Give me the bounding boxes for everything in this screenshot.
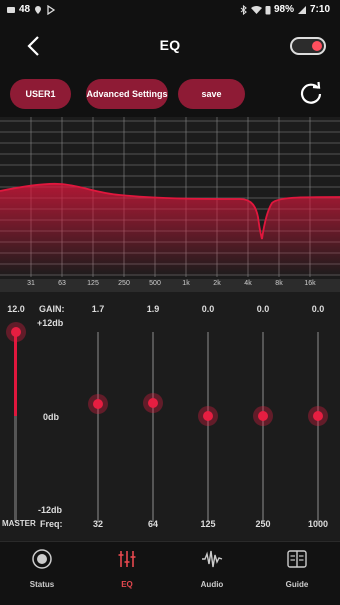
master-level-fill [14,332,17,416]
reset-icon[interactable] [298,80,324,106]
freq-axis-label: 2k [213,280,221,287]
band-slider-handle[interactable] [308,406,328,426]
preset-bar: USER1 Advanced Settings save [0,72,340,117]
band-track[interactable] [262,332,264,522]
signal-icon [297,5,306,14]
battery-percent: 98% [273,4,294,15]
freq-axis-label: 250 [118,280,130,287]
audio-icon [202,550,223,568]
freq-axis-label: 8k [275,280,283,287]
band-slider-handle[interactable] [143,392,163,413]
band-value: 0.0 [201,304,215,314]
eq-icon [118,551,136,567]
page-title: EQ [159,37,181,53]
status-bar: 48 98% 7:10 [0,0,340,20]
nav-status[interactable]: Status [12,548,72,592]
band-frequency-label: 125 [200,519,216,529]
freq-axis-label: 16k [304,280,316,287]
band-track[interactable] [97,332,99,522]
frequency-axis: 31 63 125 250 500 1k 2k 4k 8k 16k [0,279,340,292]
nav-status-label: Status [29,580,55,589]
nav-guide-label: Guide [285,580,309,589]
freq-axis-label: 31 [27,280,35,287]
play-icon [47,4,56,15]
band-track[interactable] [207,332,209,522]
notification-count: 48 [19,4,31,15]
band-frequency-label: 64 [147,519,159,529]
battery-icon [265,5,271,14]
notification-icon [7,6,15,13]
app-header: EQ [0,20,340,72]
band-track[interactable] [152,332,154,522]
wifi-icon [250,5,262,14]
band-track[interactable] [317,332,319,522]
nav-guide[interactable]: Guide [267,548,327,592]
toggle-knob [312,41,322,51]
preset-select-button[interactable]: USER1 [10,79,71,109]
freq-axis-label: 125 [87,280,99,287]
band-value: 1.9 [146,304,160,314]
nav-audio-label: Audio [200,580,224,589]
zero-gain-label: 0db [43,412,60,422]
bottom-nav: Status EQ Audio Guide [0,541,340,605]
advanced-settings-button[interactable]: Advanced Settings [86,79,168,109]
band-frequency-label: 250 [255,519,271,529]
max-gain-label: +12db [37,318,64,328]
freq-axis-label: 4k [244,280,252,287]
guide-icon [287,550,307,568]
freq-label: Freq: [40,519,63,529]
freq-axis-label: 1k [182,280,190,287]
eq-response-graph [0,117,340,292]
band-value: 1.7 [91,304,105,314]
band-slider-handle[interactable] [198,406,218,426]
location-icon [35,5,42,14]
band-frequency-label: 32 [92,519,104,529]
master-value: 12.0 [7,304,25,314]
band-slider-handle[interactable] [253,406,273,426]
save-button[interactable]: save [178,79,245,109]
gain-label: GAIN: [39,304,65,314]
eq-enable-toggle[interactable] [290,37,326,55]
nav-eq[interactable]: EQ [97,548,157,592]
min-gain-label: -12db [38,505,63,515]
nav-eq-label: EQ [121,580,133,589]
band-value: 0.0 [311,304,325,314]
clock: 7:10 [309,4,330,15]
master-slider-handle[interactable] [5,322,26,342]
master-label: MASTER [2,519,36,528]
freq-axis-label: 63 [58,280,66,287]
eq-sliders: 12.0 GAIN: +12db 0db -12db MASTER Freq: … [0,292,340,540]
status-icon [32,549,52,569]
band-slider-handle[interactable] [88,394,108,415]
band-frequency-label: 1000 [307,519,329,529]
bluetooth-icon [240,4,247,15]
band-value: 0.0 [256,304,270,314]
freq-axis-label: 500 [149,280,161,287]
nav-audio[interactable]: Audio [182,548,242,592]
